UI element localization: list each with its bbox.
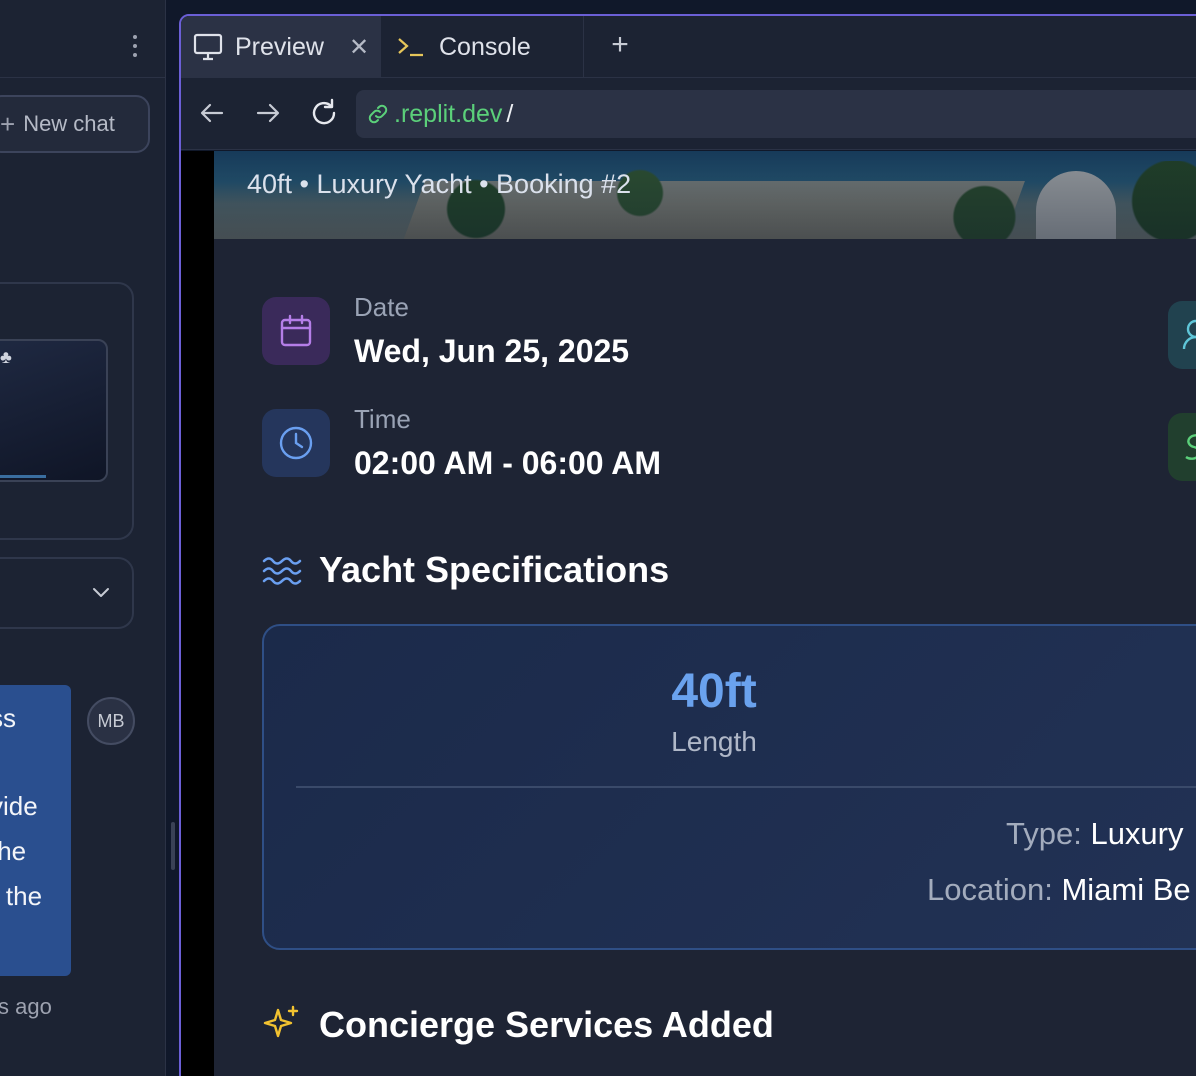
tab-console-label: Console [439, 32, 531, 61]
url-path: / [506, 99, 514, 128]
hero-image: 40ft • Luxury Yacht • Booking #2 [214, 151, 1196, 239]
tab-preview-label: Preview [235, 32, 324, 61]
length-value: 40ft [671, 665, 757, 718]
collapsed-section[interactable] [0, 557, 134, 629]
close-icon[interactable]: ✕ [349, 33, 369, 62]
user-icon [1182, 319, 1196, 350]
specs-title: Yacht Specifications [319, 549, 670, 590]
webview: 40ft • Luxury Yacht • Booking #2 Date We… [181, 151, 1196, 1076]
time-label: Time [354, 404, 411, 434]
message-fragment: ss [0, 703, 16, 733]
panel-resize-handle[interactable] [171, 822, 175, 870]
date-label: Date [354, 292, 409, 322]
booking-page: 40ft • Luxury Yacht • Booking #2 Date We… [214, 151, 1196, 1076]
type-row: Type: Luxury [1006, 816, 1184, 852]
url-host: .replit.dev [394, 99, 503, 128]
type-value: Luxury [1090, 816, 1184, 851]
calendar-icon [280, 314, 312, 347]
concierge-title: Concierge Services Added [319, 1004, 774, 1045]
terminal-icon [398, 38, 423, 57]
date-icon-box [262, 297, 330, 365]
time-value: 02:00 AM - 06:00 AM [354, 445, 662, 481]
plus-icon: + [0, 109, 16, 139]
specs-card: 40ft Length Type: Luxury Location: Miami… [262, 624, 1196, 950]
guests-icon-box [1168, 301, 1196, 369]
booking-subtitle: 40ft • Luxury Yacht • Booking #2 [247, 169, 632, 199]
length-label: Length [671, 726, 757, 757]
message-fragment: the [0, 836, 27, 866]
arrow-right-icon[interactable] [253, 98, 283, 128]
message-fragment: r the [0, 881, 43, 911]
chevron-down-icon[interactable] [92, 584, 110, 602]
arrow-left-icon[interactable] [197, 98, 227, 128]
browser-toolbar: .replit.dev / [181, 78, 1196, 150]
tab-bar: Preview ✕ Console + [181, 16, 1196, 78]
message-fragment: vide [0, 791, 38, 821]
reload-icon[interactable] [309, 98, 339, 128]
preview-pane: Preview ✕ Console + .replit.dev / 40ft •… [179, 14, 1196, 1076]
link-icon [368, 104, 388, 124]
avatar[interactable]: MB [87, 697, 135, 745]
date-value: Wed, Jun 25, 2025 [354, 333, 630, 369]
screenshot-thumbnail[interactable]: ♣ [0, 339, 108, 482]
app-window: + New chat ♣ ss vide the r the MB s ago [0, 0, 1196, 1076]
tab-preview[interactable]: Preview ✕ [181, 16, 381, 78]
chat-topbar [0, 14, 166, 78]
monitor-icon [193, 33, 223, 61]
sparkles-icon [263, 1005, 299, 1038]
chat-sidebar: + New chat ♣ ss vide the r the MB s ago [0, 0, 166, 1076]
new-chat-button[interactable]: + New chat [0, 95, 150, 153]
type-key: Type: [1006, 816, 1082, 851]
waves-icon [262, 557, 302, 585]
thumbnail-bar [0, 475, 46, 478]
url-input[interactable]: .replit.dev / [356, 90, 1196, 138]
new-chat-label: New chat [23, 111, 115, 136]
clock-icon [279, 426, 313, 460]
price-icon-box [1168, 413, 1196, 481]
message-timestamp: s ago [0, 994, 52, 1019]
user-message-bubble: ss vide the r the [0, 685, 71, 976]
location-row: Location: Miami Be [927, 872, 1191, 908]
specs-divider [296, 786, 1196, 788]
time-icon-box [262, 409, 330, 477]
location-key: Location: [927, 872, 1053, 907]
thumbnail-logo-icon: ♣ [0, 347, 12, 367]
kebab-menu-icon[interactable] [124, 32, 146, 60]
dollar-icon [1185, 434, 1196, 460]
tab-console[interactable]: Console [381, 16, 584, 78]
add-tab-button[interactable]: + [605, 30, 635, 60]
location-value: Miami Be [1061, 872, 1191, 907]
